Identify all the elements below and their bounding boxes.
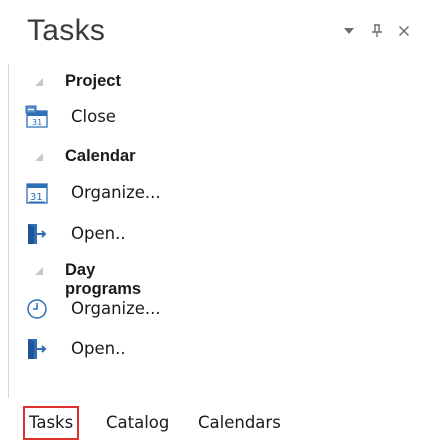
tab-tasks[interactable]: Tasks — [22, 406, 80, 440]
panel-title: Tasks — [27, 14, 106, 47]
task-item-calendar-organize[interactable]: 31 Organize... — [8, 177, 308, 211]
dropdown-triangle-icon — [344, 28, 354, 34]
task-item-label: Organize... — [71, 299, 161, 318]
calendar-31-icon: 31 — [26, 183, 48, 204]
open-door-icon — [28, 339, 47, 359]
panel-tab-strip: Tasks Catalog Calendars — [0, 400, 427, 441]
task-item-project-close[interactable]: 31 Close — [8, 101, 308, 135]
svg-text:31: 31 — [30, 192, 43, 203]
group-label: Calendar — [65, 147, 136, 165]
task-item-label: Open.. — [71, 224, 126, 243]
collapse-triangle-icon — [35, 267, 43, 275]
task-item-label: Close — [71, 107, 116, 126]
pin-icon — [372, 24, 382, 37]
group-label: Project — [65, 72, 121, 90]
task-item-label: Open.. — [71, 339, 126, 358]
collapse-triangle-icon — [35, 78, 43, 86]
task-item-day-programs-open[interactable]: Open.. — [8, 333, 308, 367]
tab-calendars[interactable]: Calendars — [198, 408, 281, 438]
clock-icon — [27, 299, 47, 319]
open-door-icon — [28, 224, 47, 244]
panel-header: Tasks — [0, 0, 427, 62]
tab-catalog[interactable]: Catalog — [106, 408, 169, 438]
tasks-panel: Tasks Project 31 Close Calendar 31 Organ… — [0, 0, 427, 441]
collapse-triangle-icon — [35, 153, 43, 161]
calendar-31-close-icon: 31 — [25, 105, 48, 128]
task-item-calendar-open[interactable]: Open.. — [8, 218, 308, 252]
svg-text:31: 31 — [32, 118, 42, 127]
panel-menu-button[interactable] — [338, 20, 360, 42]
task-item-label: Organize... — [71, 183, 161, 202]
panel-pin-button[interactable] — [366, 20, 388, 42]
panel-close-button[interactable] — [393, 20, 415, 42]
task-item-day-programs-organize[interactable]: Organize... — [8, 293, 308, 327]
close-icon — [398, 25, 410, 37]
